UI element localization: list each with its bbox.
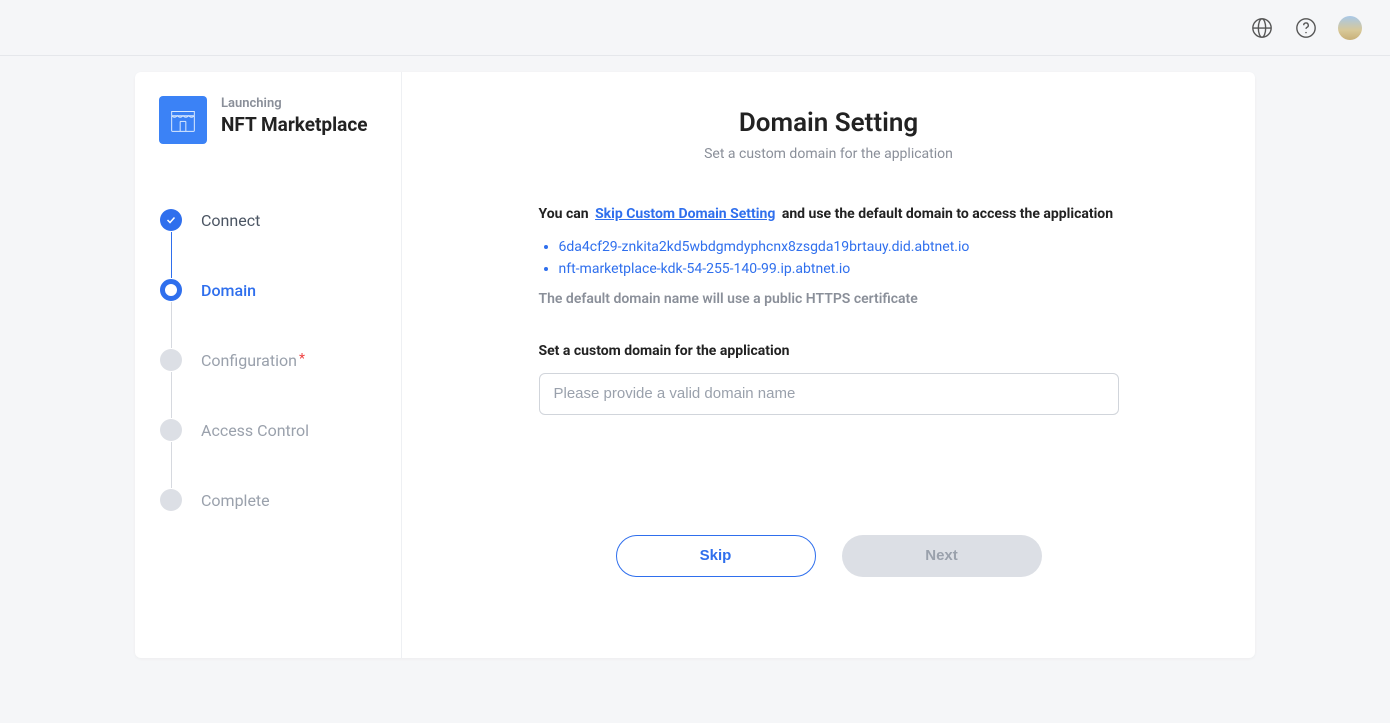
sidebar: Launching NFT Marketplace Connect Domain… (135, 72, 402, 658)
main-panel: Domain Setting Set a custom domain for t… (402, 72, 1255, 658)
custom-domain-input[interactable] (539, 373, 1119, 415)
step-configuration: Configuration* (159, 348, 377, 372)
step-label: Configuration* (201, 351, 305, 370)
wizard-buttons: Skip Next (462, 535, 1195, 577)
content: You can Skip Custom Domain Setting and u… (539, 206, 1119, 415)
step-domain[interactable]: Domain (159, 278, 377, 302)
topbar (0, 0, 1390, 56)
step-dot-pending (160, 489, 182, 511)
skip-button[interactable]: Skip (616, 535, 816, 577)
step-label: Domain (201, 281, 256, 300)
step-complete: Complete (159, 488, 377, 512)
page-title: Domain Setting (462, 108, 1195, 138)
check-icon (160, 209, 182, 231)
app-icon (159, 96, 207, 144)
page-subtitle: Set a custom domain for the application (462, 146, 1195, 162)
step-dot-pending (160, 419, 182, 441)
app-name: NFT Marketplace (221, 113, 367, 136)
step-label: Access Control (201, 421, 309, 440)
app-meta: Launching NFT Marketplace (221, 96, 367, 136)
default-domain-note: The default domain name will use a publi… (539, 291, 1119, 307)
step-access-control: Access Control (159, 418, 377, 442)
default-domain-list: 6da4cf29-znkita2kd5wbdgmdyphcnx8zsgda19b… (539, 236, 1119, 281)
step-dot-pending (160, 349, 182, 371)
step-label: Connect (201, 211, 260, 230)
avatar[interactable] (1338, 16, 1362, 40)
step-dot-current (160, 279, 182, 301)
default-domain-link[interactable]: nft-marketplace-kdk-54-255-140-99.ip.abt… (559, 258, 1119, 280)
default-domain-link[interactable]: 6da4cf29-znkita2kd5wbdgmdyphcnx8zsgda19b… (559, 236, 1119, 258)
launching-label: Launching (221, 96, 367, 111)
globe-icon[interactable] (1250, 16, 1274, 40)
next-button[interactable]: Next (842, 535, 1042, 577)
help-icon[interactable] (1294, 16, 1318, 40)
required-indicator: * (299, 351, 305, 367)
custom-domain-label: Set a custom domain for the application (539, 343, 1119, 359)
intro-text: You can Skip Custom Domain Setting and u… (539, 206, 1119, 222)
step-label: Complete (201, 491, 270, 510)
step-connect[interactable]: Connect (159, 208, 377, 232)
app-header: Launching NFT Marketplace (159, 96, 377, 144)
wizard-card: Launching NFT Marketplace Connect Domain… (135, 72, 1255, 658)
skip-custom-domain-link[interactable]: Skip Custom Domain Setting (595, 206, 775, 222)
stepper: Connect Domain Configuration* Access Con… (159, 208, 377, 512)
